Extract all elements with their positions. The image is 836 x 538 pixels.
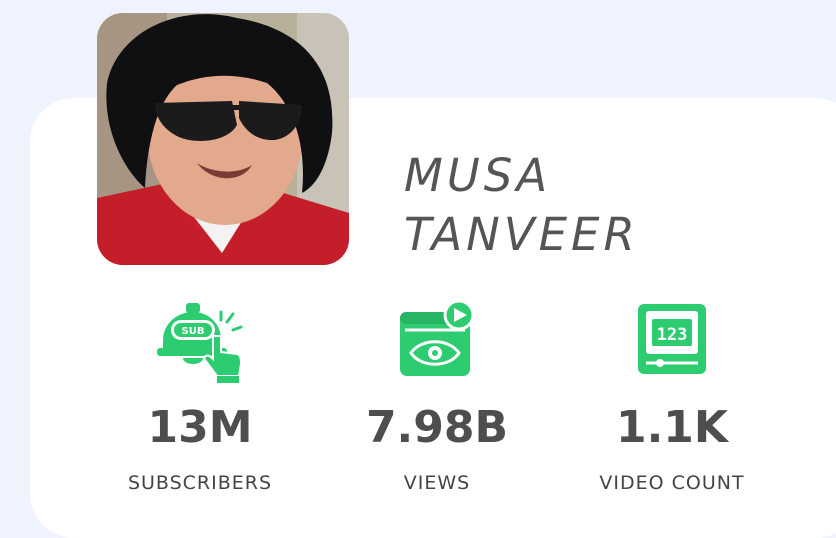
channel-name: MUSA TANVEER: [404, 146, 804, 264]
channel-name-line-1: MUSA: [404, 149, 552, 202]
profile-photo: [97, 13, 349, 265]
counter-text: 123: [657, 325, 688, 345]
stat-views: 7.98B VIEWS: [327, 300, 547, 495]
video-count-label: VIDEO COUNT: [599, 472, 745, 494]
subscribers-value: 13M: [147, 402, 253, 453]
stat-video-count: 123 1.1K VIDEO COUNT: [562, 300, 782, 495]
channel-name-line-2: TANVEER: [404, 208, 639, 261]
subscribe-bell-icon: SUB: [157, 303, 243, 383]
channel-avatar: [97, 13, 349, 265]
views-label: VIEWS: [403, 472, 471, 494]
views-value: 7.98B: [365, 402, 509, 453]
stat-subscribers: SUB 13M SUBSCRIBERS: [90, 300, 310, 495]
subscribers-label: SUBSCRIBERS: [127, 472, 273, 494]
counter-123-icon: 123: [638, 304, 706, 374]
video-eye-icon: [400, 300, 475, 376]
video-count-value: 1.1K: [615, 402, 729, 453]
sub-text: SUB: [182, 326, 205, 337]
